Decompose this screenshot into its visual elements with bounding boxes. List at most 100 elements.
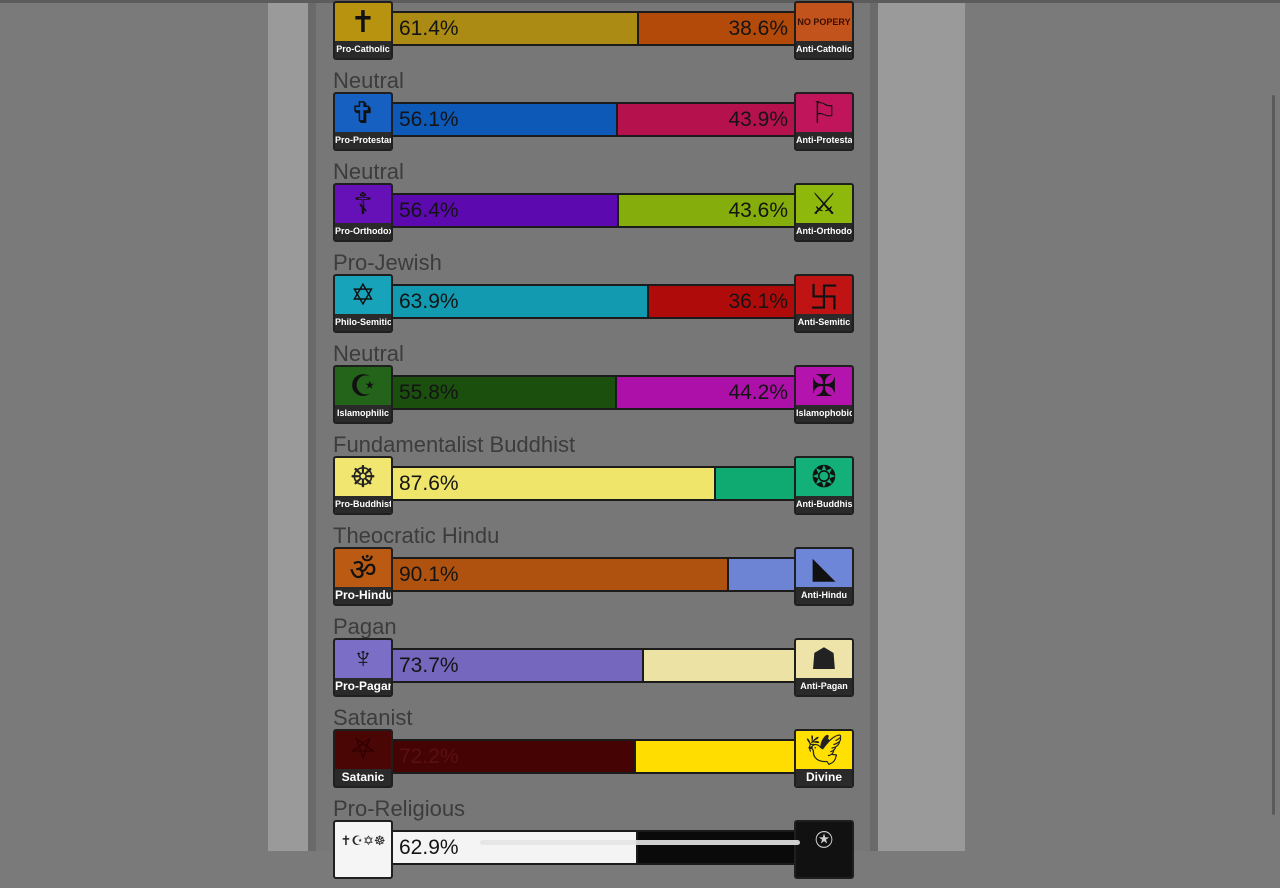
score-bar-right-segment xyxy=(729,559,794,590)
left-percentage: 62.9% xyxy=(399,836,459,859)
score-bar: 56.4% 43.6% xyxy=(391,193,796,228)
anti-orthodox-icon: ⚔ Anti-Orthodox xyxy=(794,183,854,242)
right-percentage: 43.9% xyxy=(728,108,788,131)
anti-buddhist-icon: ❂ Anti-Buddhist xyxy=(794,456,854,515)
result-row-catholic: 61.4% 38.6% ✝ Pro-Catholic NO POPERY Anti-Cat… xyxy=(333,0,854,69)
left-percentage: 61.4% xyxy=(399,17,459,40)
icon-caption: Pro-Protestant xyxy=(335,132,391,149)
results-list: 61.4% 38.6% ✝ Pro-Catholic NO POPERY Anti-Cat… xyxy=(0,0,1280,879)
dove-glyph: 🕊 xyxy=(804,733,844,767)
left-percentage: 63.9% xyxy=(399,290,459,313)
icon-caption: Pro-Orthodox xyxy=(335,223,391,240)
row-label: Neutral xyxy=(333,159,404,184)
horned-god-icon: ♆ Pro-Pagan xyxy=(333,638,393,697)
score-bar: 72.2% xyxy=(391,739,796,774)
left-percentage: 73.7% xyxy=(399,654,459,677)
icon-caption: Islamophobic xyxy=(796,405,852,422)
swastika-icon: 卐 Anti-Semitic xyxy=(794,274,854,333)
anti-pagan-glyph: ☗ xyxy=(810,642,838,676)
row-label: Neutral xyxy=(333,341,404,366)
left-percentage: 87.6% xyxy=(399,472,459,495)
left-percentage: 72.2% xyxy=(399,745,459,768)
icon-caption: Pro-Pagan xyxy=(335,678,391,695)
icon-caption: Islamophilic xyxy=(335,405,391,422)
icon-caption: Philo-Semitic xyxy=(335,314,391,331)
icon-caption: Satanic xyxy=(335,769,391,786)
score-bar: 73.7% xyxy=(391,648,796,683)
row-label: Neutral xyxy=(333,68,404,93)
crucifix-glyph: ✝ xyxy=(350,5,376,39)
row-label: Fundamentalist Buddhist xyxy=(333,432,576,457)
right-percentage: 38.6% xyxy=(728,17,788,40)
score-bar: 90.1% xyxy=(391,557,796,592)
home-indicator[interactable] xyxy=(480,840,800,845)
left-percentage: 55.8% xyxy=(399,381,459,404)
score-bar-right-segment xyxy=(638,832,794,863)
anti-orthodox-glyph: ⚔ xyxy=(810,187,838,221)
no-popery-icon: NO POPERY Anti-Catholic xyxy=(794,1,854,60)
row-label: Theocratic Hindu xyxy=(333,523,500,548)
score-bar: 62.9% xyxy=(391,830,796,865)
crescent-star-glyph: ☪ xyxy=(349,369,377,403)
page-scrollbar[interactable] xyxy=(1272,95,1275,815)
swastika-glyph: 卐 xyxy=(809,282,839,315)
score-bar-right-segment xyxy=(716,468,794,499)
icon-caption: Pro-Buddhist xyxy=(335,496,391,513)
row-label: Satanist xyxy=(333,705,413,730)
icon-caption: Pro-Hindu xyxy=(335,587,391,604)
star-of-david-icon: ✡ Philo-Semitic xyxy=(333,274,393,333)
score-bar: 56.1% 43.9% xyxy=(391,102,796,137)
score-bar: 87.6% xyxy=(391,466,796,501)
icon-caption: Anti-Orthodox xyxy=(796,223,852,240)
left-percentage: 56.1% xyxy=(399,108,459,131)
result-row-jewish: Pro-Jewish 63.9% 36.1% ✡ Philo-Semitic 卐 Anti-… xyxy=(333,251,854,342)
right-percentage: 36.1% xyxy=(728,290,788,313)
icon-caption: Anti-Catholic xyxy=(796,41,852,58)
score-bar-right-segment xyxy=(636,741,794,772)
icon-caption: Anti-Buddhist xyxy=(796,496,852,513)
star-of-david-glyph: ✡ xyxy=(350,278,376,312)
result-row-pagan: Pagan 73.7% ♆ Pro-Pagan ☗ Anti-Pagan xyxy=(333,615,854,706)
crescent-star-icon: ☪ Islamophilic xyxy=(333,365,393,424)
result-row-orthodox: Neutral 56.4% 43.6% ☦ Pro-Orthodox ⚔ Anti-Orth… xyxy=(333,160,854,251)
anti-protestant-glyph: ⚐ xyxy=(810,96,838,130)
pakistan-map-icon: ◣ Anti-Hindu xyxy=(794,547,854,606)
row-label: Pro-Religious xyxy=(333,796,466,821)
result-row-islam: Neutral 55.8% 44.2% ☪ Islamophilic ✠ Islamopho… xyxy=(333,342,854,433)
right-percentage: 43.6% xyxy=(728,199,788,222)
om-icon: ॐ Pro-Hindu xyxy=(333,547,393,606)
luther-rose-glyph: ✞ xyxy=(350,96,376,130)
score-bar: 61.4% 38.6% xyxy=(391,11,796,46)
atheism-icon: ⍟ xyxy=(794,820,854,879)
score-bar: 63.9% 36.1% xyxy=(391,284,796,319)
left-percentage: 56.4% xyxy=(399,199,459,222)
result-row-satanic: Satanist 72.2% ⛧ Satanic 🕊 Divine xyxy=(333,706,854,797)
pentagram-icon: ⛧ Satanic xyxy=(333,729,393,788)
pentagram-glyph: ⛧ xyxy=(351,733,375,766)
result-row-protestant: Neutral 56.1% 43.9% ✞ Pro-Protestant ⚐ Anti-Pr… xyxy=(333,69,854,160)
score-bar-right-segment xyxy=(644,650,794,681)
right-percentage: 44.2% xyxy=(728,381,788,404)
pakistan-map-glyph: ◣ xyxy=(812,551,836,585)
row-label: Pagan xyxy=(333,614,397,639)
orthodox-cross-icon: ☦ Pro-Orthodox xyxy=(333,183,393,242)
dove-icon: 🕊 Divine xyxy=(794,729,854,788)
result-row-buddhist: Fundamentalist Buddhist 87.6% ☸ Pro-Buddhis… xyxy=(333,433,854,524)
icon-caption: Anti-Semitic xyxy=(796,314,852,331)
anti-protestant-icon: ⚐ Anti-Protestant xyxy=(794,92,854,151)
buddha-glyph: ☸ xyxy=(349,460,377,494)
buddha-icon: ☸ Pro-Buddhist xyxy=(333,456,393,515)
luther-rose-icon: ✞ Pro-Protestant xyxy=(333,92,393,151)
horned-god-glyph: ♆ xyxy=(351,642,375,675)
crucifix-icon: ✝ Pro-Catholic xyxy=(333,1,393,60)
crusader-shield-glyph: ✠ xyxy=(811,369,837,403)
crusader-shield-icon: ✠ Islamophobic xyxy=(794,365,854,424)
left-percentage: 90.1% xyxy=(399,563,459,586)
row-label: Pro-Jewish xyxy=(333,250,442,275)
result-row-hindu: Theocratic Hindu 90.1% ॐ Pro-Hindu ◣ Anti-Hin… xyxy=(333,524,854,615)
religious-symbols-icon: ✝☪✡☸ xyxy=(333,820,393,879)
orthodox-cross-glyph: ☦ xyxy=(353,187,373,221)
religious-symbols-glyph: ✝☪✡☸ xyxy=(340,833,386,848)
atheism-glyph: ⍟ xyxy=(815,824,833,857)
anti-buddhist-glyph: ❂ xyxy=(811,460,837,494)
